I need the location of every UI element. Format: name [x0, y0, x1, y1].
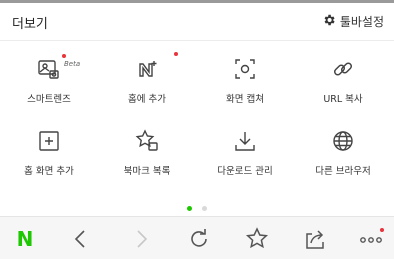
- smart-lens-icon: [36, 56, 62, 82]
- smart-lens-button[interactable]: Beta 스마트렌즈: [0, 44, 98, 108]
- globe-icon: [330, 128, 356, 154]
- grid-item-label: 다른 브라우저: [315, 166, 371, 177]
- naver-home-button[interactable]: N: [12, 226, 38, 252]
- bookmark-star-icon: [134, 128, 160, 154]
- download-manager-button[interactable]: 다운로드 관리: [196, 116, 294, 180]
- forward-icon: [128, 230, 154, 256]
- add-home-screen-icon: [36, 128, 62, 154]
- page-title: 더보기: [12, 17, 48, 32]
- more-menu-header: 더보기 툴바설정: [0, 3, 394, 41]
- screen-capture-button[interactable]: 화면 캡쳐: [196, 44, 294, 108]
- new-badge-dot: [380, 228, 384, 232]
- page-dot[interactable]: [201, 206, 207, 211]
- beta-badge: Beta: [64, 60, 81, 68]
- page-dot-active[interactable]: [187, 206, 193, 211]
- new-badge-dot: [62, 54, 66, 58]
- url-copy-button[interactable]: URL 복사: [294, 44, 392, 108]
- new-badge-dot: [174, 52, 178, 56]
- add-home-screen-button[interactable]: 홈 화면 추가: [0, 116, 98, 180]
- more-button[interactable]: [358, 226, 384, 252]
- bookmark-add-button[interactable]: 북마크 복록: [98, 116, 196, 180]
- share-button[interactable]: [302, 226, 328, 252]
- grid-item-label: 북마크 복록: [123, 166, 171, 177]
- grid-item-label: 홈 화면 추가: [24, 166, 74, 177]
- other-browser-button[interactable]: 다른 브라우저: [294, 116, 392, 180]
- screen-capture-icon: [232, 56, 258, 82]
- grid-item-label: 화면 캡쳐: [226, 94, 264, 105]
- page-indicator: [0, 196, 394, 215]
- refresh-icon: [186, 229, 212, 256]
- forward-button[interactable]: [128, 226, 154, 252]
- grid-item-label: URL 복사: [323, 94, 363, 105]
- download-icon: [232, 128, 258, 154]
- more-icon: [358, 237, 384, 256]
- grid-item-label: 홈에 추가: [128, 94, 166, 105]
- refresh-button[interactable]: [186, 226, 212, 252]
- gear-icon: [322, 13, 336, 30]
- add-to-naver-home-icon: [134, 56, 160, 82]
- back-icon: [68, 230, 94, 256]
- link-icon: [330, 56, 356, 82]
- add-to-home-button[interactable]: 홈에 추가: [98, 44, 196, 108]
- toolbar-settings-button[interactable]: 툴바설정: [322, 13, 384, 30]
- share-icon: [302, 230, 328, 256]
- bookmark-icon: [244, 227, 270, 256]
- bottom-toolbar: N: [0, 216, 394, 259]
- bookmark-button[interactable]: [244, 226, 270, 252]
- grid-item-label: 다운로드 관리: [217, 166, 273, 177]
- back-button[interactable]: [68, 226, 94, 252]
- grid-item-label: 스마트렌즈: [27, 94, 71, 105]
- toolbar-settings-label: 툴바설정: [339, 15, 384, 29]
